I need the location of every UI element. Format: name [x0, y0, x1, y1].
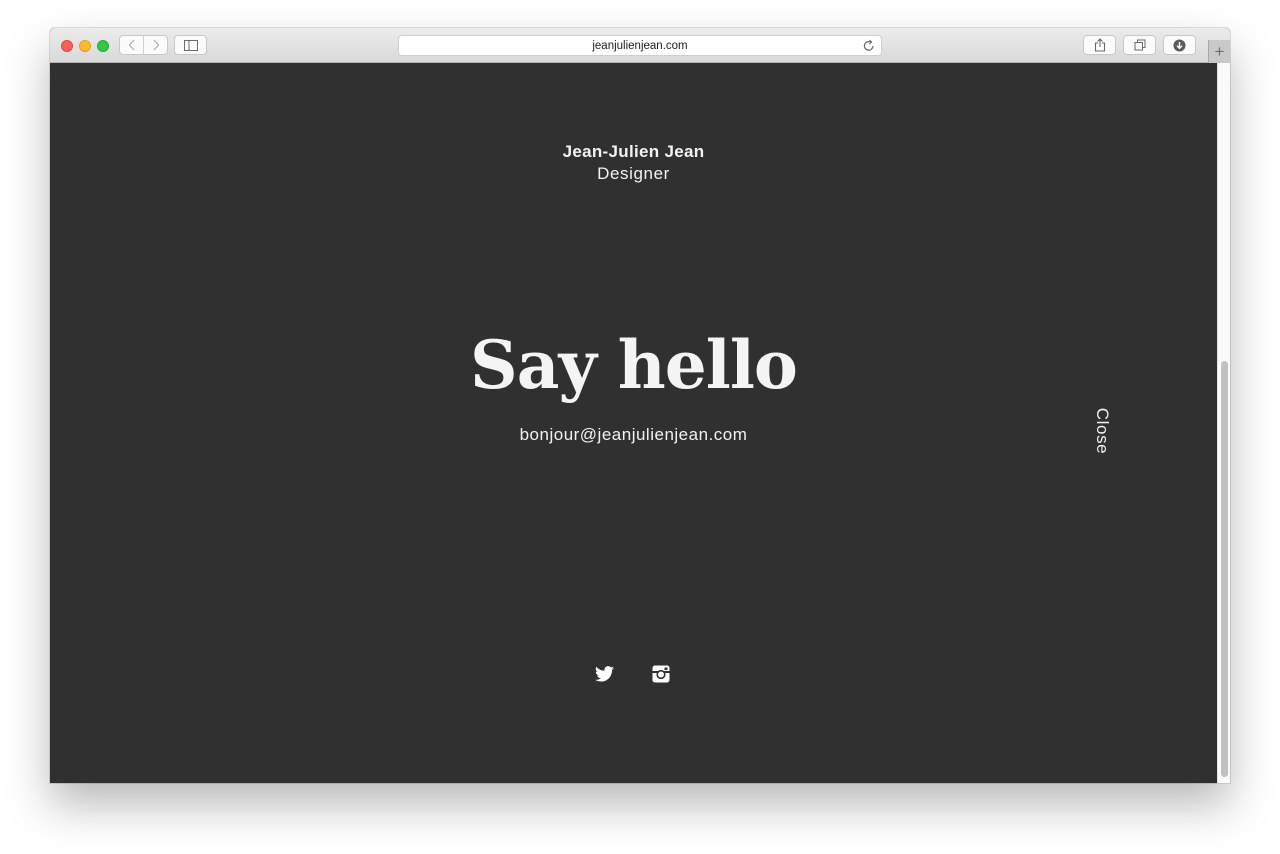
address-url: jeanjulienjean.com	[592, 39, 688, 52]
scrollbar[interactable]	[1217, 63, 1230, 783]
chevron-left-icon	[128, 39, 134, 51]
window-maximize-button[interactable]	[97, 40, 109, 52]
sidebar-icon	[183, 39, 198, 51]
email-link[interactable]: bonjour@jeanjulienjean.com	[50, 425, 1217, 445]
scrollbar-thumb[interactable]	[1221, 361, 1228, 777]
tabs-overview-button[interactable]	[1123, 35, 1156, 55]
new-tab-button[interactable]: +	[1208, 40, 1230, 63]
browser-window: jeanjulienjean.com + Jean-Julien Jean De…	[50, 28, 1230, 783]
reload-icon	[863, 39, 874, 51]
window-close-button[interactable]	[61, 40, 73, 52]
instagram-link[interactable]	[650, 663, 672, 685]
tabs-icon	[1134, 39, 1145, 51]
site-name[interactable]: Jean-Julien Jean	[50, 142, 1217, 162]
share-icon	[1094, 38, 1105, 52]
twitter-link[interactable]	[593, 663, 615, 685]
window-minimize-button[interactable]	[79, 40, 91, 52]
address-bar[interactable]: jeanjulienjean.com	[398, 35, 882, 56]
reload-button[interactable]	[863, 39, 875, 55]
forward-button[interactable]	[143, 36, 167, 54]
browser-toolbar: jeanjulienjean.com	[50, 28, 1230, 63]
site-role: Designer	[597, 164, 670, 183]
twitter-icon	[594, 666, 614, 682]
download-icon	[1173, 39, 1186, 51]
instagram-icon	[652, 665, 670, 683]
downloads-button[interactable]	[1163, 35, 1196, 55]
close-button[interactable]: Close	[1084, 391, 1120, 471]
close-label: Close	[1093, 407, 1112, 455]
navigation-buttons	[119, 35, 168, 55]
share-button[interactable]	[1083, 35, 1116, 55]
plus-icon: +	[1214, 42, 1225, 61]
page-title: Say hello	[470, 326, 798, 404]
back-button[interactable]	[120, 36, 143, 54]
sidebar-button[interactable]	[174, 35, 207, 55]
contact-overlay: Jean-Julien Jean Designer Say hello bonj…	[50, 63, 1217, 783]
chevron-right-icon	[153, 39, 159, 51]
